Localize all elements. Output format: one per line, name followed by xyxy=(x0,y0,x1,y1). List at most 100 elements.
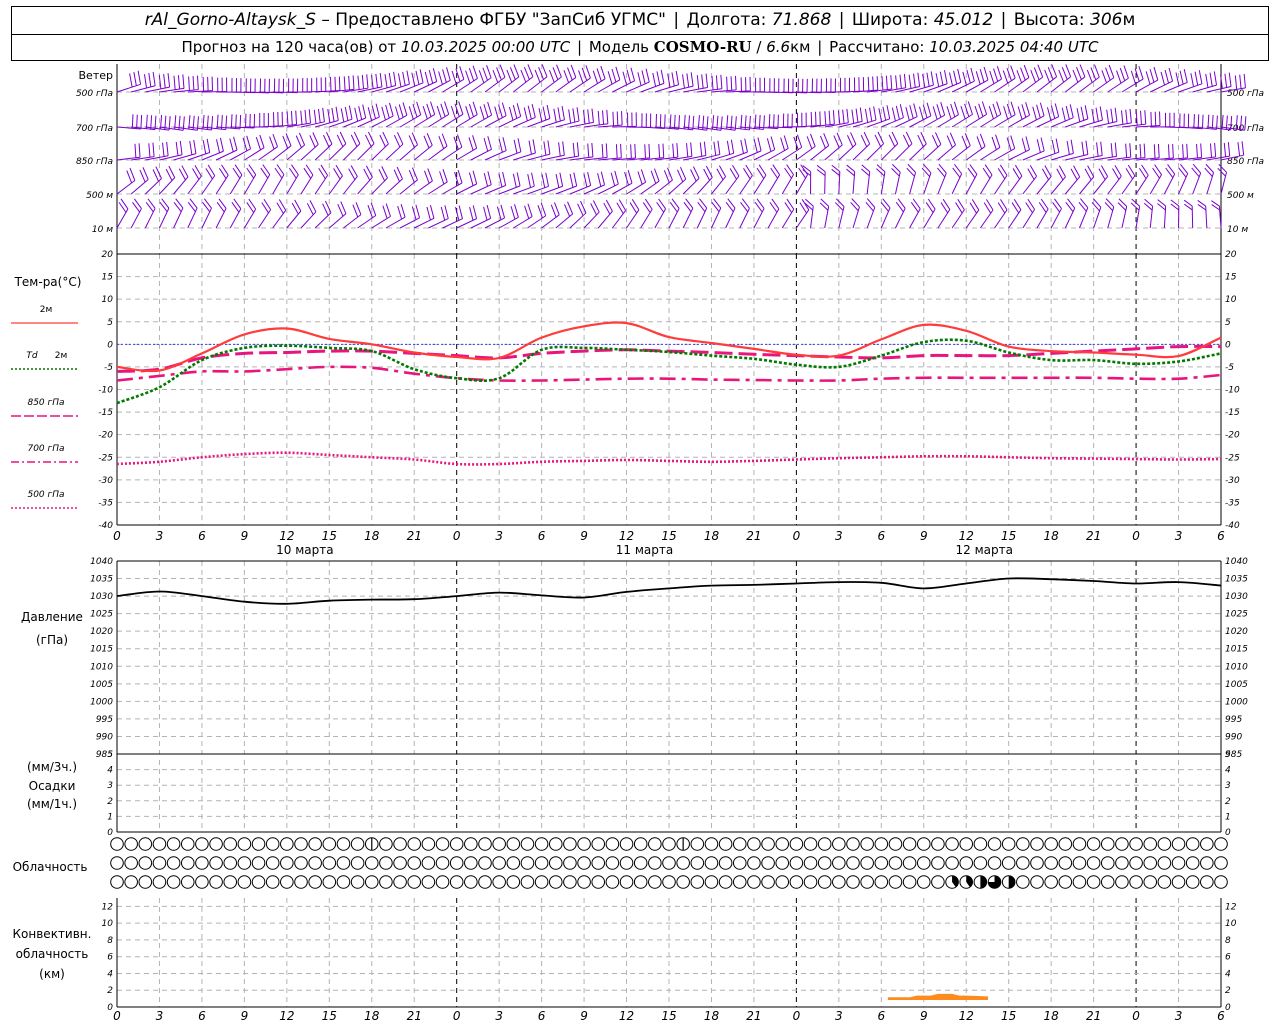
temp-x-tick: 12 xyxy=(959,529,974,543)
precip-y-tick-left: 5 xyxy=(107,750,113,760)
wind-barb-feather xyxy=(627,170,633,184)
cloud-symbol xyxy=(888,856,903,870)
wind-barb-shaft xyxy=(682,208,694,229)
pressure-y-tick-left: 1020 xyxy=(90,627,113,637)
wind-barb-shaft xyxy=(357,176,373,195)
cloud-symbol xyxy=(648,875,662,889)
wind-barb-shaft xyxy=(626,209,640,229)
wind-barb-feather xyxy=(1072,69,1079,83)
wind-barb-shaft xyxy=(1093,176,1109,195)
wind-barb-feather xyxy=(1186,143,1188,158)
wind-barb-feather xyxy=(367,107,373,121)
cloud-symbol xyxy=(180,875,195,889)
cloud-cover-fill xyxy=(1008,875,1015,889)
cloud-symbol xyxy=(280,837,294,851)
wind-barb-feather xyxy=(866,198,876,208)
wind-barb-feather xyxy=(422,105,428,120)
temp-x-tick: 18 xyxy=(1044,529,1060,543)
wind-barb-feather xyxy=(233,136,238,151)
wind-barb-feather xyxy=(1110,108,1114,123)
cloud-symbol xyxy=(832,856,846,870)
wind-barb-feather xyxy=(966,69,971,84)
wind-barb-shaft xyxy=(442,146,463,161)
wind-barb-feather xyxy=(1167,144,1170,159)
wind-barb-feather xyxy=(931,135,939,148)
wind-barb-feather xyxy=(1095,107,1099,122)
cloud-symbol xyxy=(364,856,379,870)
cloud-symbol xyxy=(138,856,153,870)
cloud-symbol xyxy=(1143,856,1158,870)
conv-y-tick-right: 0 xyxy=(1225,1003,1231,1013)
wind-barb-feather xyxy=(406,70,410,85)
cloud-symbol xyxy=(1171,837,1186,851)
wind-barb-feather xyxy=(1114,107,1118,122)
cloud-symbol xyxy=(393,837,407,851)
cloud-symbol xyxy=(180,856,195,870)
cloud-symbol xyxy=(775,856,790,870)
wind-barb-feather xyxy=(1020,67,1026,81)
cloud-symbol xyxy=(718,875,733,889)
wind-barb-feather xyxy=(1213,71,1218,86)
wind-barb-feather xyxy=(1039,102,1045,116)
wind-barb-shaft xyxy=(838,206,845,229)
wind-barb-feather xyxy=(129,167,136,181)
wind-barb-shaft xyxy=(1078,207,1089,229)
wind-barb-shaft xyxy=(965,146,986,161)
cloud-symbol xyxy=(1100,837,1115,851)
wind-barb-feather xyxy=(1164,69,1170,84)
wind-barb-feather xyxy=(1006,67,1012,81)
wind-barb-feather xyxy=(150,115,153,130)
wind-barb-shaft xyxy=(895,143,913,161)
cloud-symbol xyxy=(888,837,903,851)
wind-barb-shaft xyxy=(994,175,1008,195)
wind-barb-feather xyxy=(734,75,737,90)
conv-panel-title: Конвективн. xyxy=(13,927,92,941)
cloud-symbol xyxy=(619,837,634,851)
cloud-symbol xyxy=(690,856,705,870)
wind-barb-feather xyxy=(960,105,966,120)
wind-barb-feather xyxy=(917,72,921,87)
wind-barb-shaft xyxy=(187,207,198,229)
pressure-panel-title: Давление xyxy=(21,610,83,624)
cloud-symbol xyxy=(1072,875,1087,889)
wind-barb-feather xyxy=(472,135,478,149)
wind-barb-feather xyxy=(465,106,471,120)
cloud-symbol xyxy=(1044,856,1058,870)
wind-barb-feather xyxy=(408,170,415,183)
wind-barb-feather xyxy=(690,72,694,87)
wind-barb-feather xyxy=(842,109,845,124)
wind-barb-feather xyxy=(468,137,474,151)
wind-barb-feather xyxy=(573,172,578,187)
wind-barb-feather xyxy=(1121,110,1124,125)
wind-barb-feather xyxy=(644,144,646,159)
pressure-y-tick-left: 1010 xyxy=(90,662,113,672)
cloud-cover-fill xyxy=(980,875,987,889)
wind-barb-feather xyxy=(913,103,918,117)
wind-barb-feather xyxy=(335,106,339,121)
conv-x-tick: 0 xyxy=(113,1009,121,1023)
wind-barb-shaft xyxy=(696,177,713,195)
wind-barb-feather xyxy=(935,132,942,145)
conv-x-tick: 21 xyxy=(746,1009,761,1023)
cloud-symbol xyxy=(1129,856,1143,870)
cloud-symbol xyxy=(718,837,733,851)
wind-barb-feather xyxy=(1116,70,1122,84)
wind-barb-feather xyxy=(1079,64,1086,78)
wind-barb-feather xyxy=(532,139,536,154)
wind-barb-feather xyxy=(996,101,1002,115)
cloud-symbol xyxy=(280,875,294,889)
wind-barb-feather xyxy=(1030,69,1037,83)
wind-barb-feather xyxy=(581,67,588,81)
wind-barb-feather xyxy=(483,138,489,152)
wind-barb-feather xyxy=(768,114,771,129)
cloud-symbol xyxy=(987,837,1002,851)
wind-barb-feather xyxy=(976,136,983,150)
wind-barb-feather xyxy=(375,73,379,88)
cloud-symbol xyxy=(251,875,266,889)
cloud-symbol xyxy=(152,837,167,851)
wind-barb-feather xyxy=(1172,143,1174,158)
wind-barb-feather xyxy=(1105,67,1111,81)
wind-barb-feather xyxy=(1100,141,1103,156)
conv-y-tick-right: 12 xyxy=(1225,902,1237,912)
wind-barb-feather xyxy=(880,201,889,212)
